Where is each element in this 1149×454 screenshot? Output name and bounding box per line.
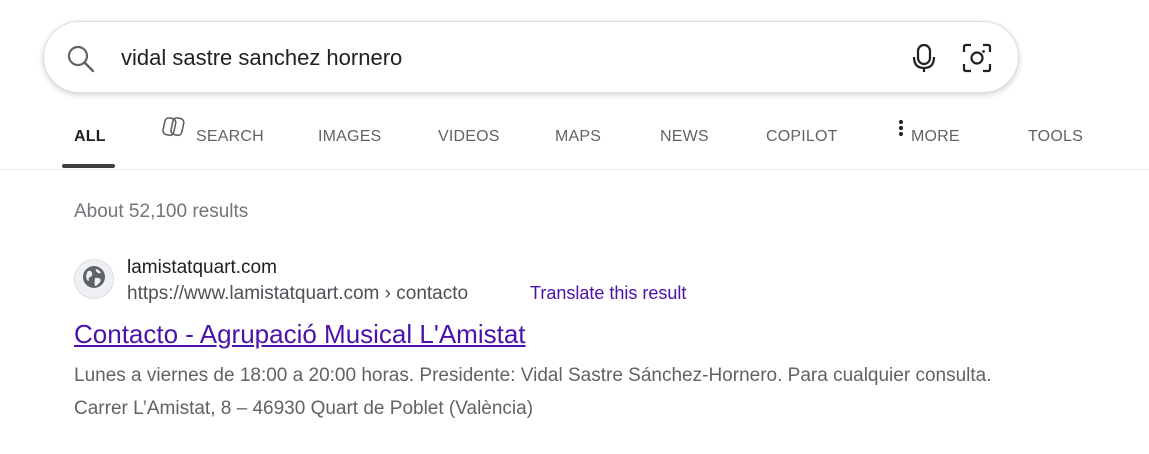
tab-videos[interactable]: VIDEOS bbox=[438, 105, 500, 169]
tab-label: NEWS bbox=[660, 128, 709, 145]
site-favicon[interactable] bbox=[74, 259, 114, 299]
tab-images[interactable]: IMAGES bbox=[318, 105, 381, 169]
tab-more[interactable]: MORE bbox=[897, 105, 960, 169]
tab-label: ALL bbox=[74, 128, 106, 145]
tab-label: SEARCH bbox=[196, 128, 264, 146]
search-tabs: ALL SEARCH IMAGES VIDEOS MAPS NEWS COPIL… bbox=[0, 105, 1149, 170]
result-site-name[interactable]: lamistatquart.com bbox=[127, 257, 277, 279]
tab-tools[interactable]: TOOLS bbox=[1028, 105, 1083, 169]
result-url[interactable]: https://www.lamistatquart.com › contacto bbox=[127, 283, 468, 305]
tab-label: COPILOT bbox=[766, 128, 838, 145]
tab-maps[interactable]: MAPS bbox=[555, 105, 601, 169]
tab-news[interactable]: NEWS bbox=[660, 105, 709, 169]
search-icon[interactable] bbox=[66, 44, 96, 74]
tab-label: TOOLS bbox=[1028, 128, 1083, 145]
tab-label: IMAGES bbox=[318, 128, 382, 145]
search-box[interactable] bbox=[43, 21, 1019, 93]
tab-label: VIDEOS bbox=[438, 128, 500, 145]
results-count: About 52,100 results bbox=[74, 201, 249, 222]
active-tab-indicator bbox=[62, 164, 115, 168]
copilot-search-icon bbox=[162, 102, 188, 166]
tab-all[interactable]: ALL bbox=[74, 105, 106, 169]
camera-lens-icon[interactable] bbox=[961, 42, 993, 74]
tab-search[interactable]: SEARCH bbox=[162, 105, 264, 169]
tab-label: MAPS bbox=[555, 128, 602, 145]
result-snippet: Lunes a viernes de 18:00 a 20:00 horas. … bbox=[74, 365, 992, 419]
result-title-link[interactable]: Contacto - Agrupació Musical L'Amistat bbox=[74, 319, 526, 350]
tab-label: MORE bbox=[911, 128, 960, 146]
translate-result-link[interactable]: Translate this result bbox=[530, 283, 686, 304]
search-input[interactable] bbox=[121, 42, 841, 74]
tab-copilot[interactable]: COPILOT bbox=[766, 105, 838, 169]
globe-icon bbox=[81, 264, 107, 295]
microphone-icon[interactable] bbox=[910, 42, 938, 74]
vertical-dots-icon bbox=[897, 102, 905, 166]
